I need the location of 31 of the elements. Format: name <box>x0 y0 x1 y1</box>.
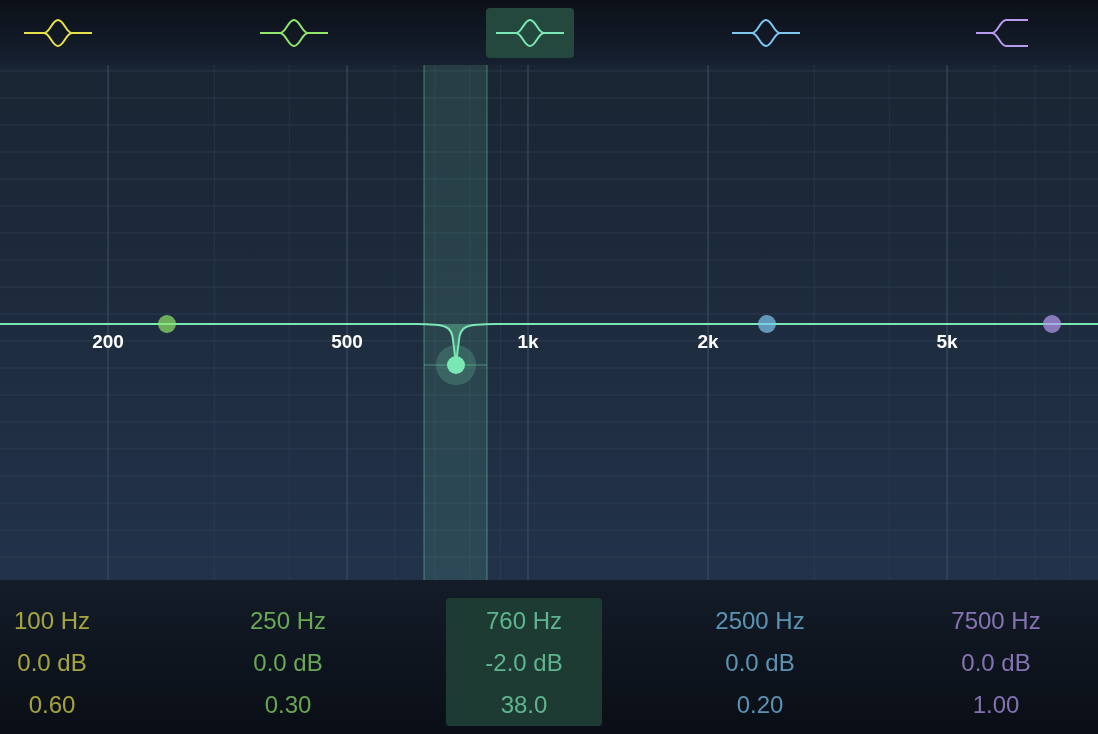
q-value: 0.60 <box>28 689 76 719</box>
frequency-value: 7500 Hz <box>951 605 1041 635</box>
band-parameters-panel[interactable]: 7500 Hz 0.0 dB 1.00 <box>918 598 1074 726</box>
gain-value: -2.0 dB <box>485 647 563 677</box>
gain-value: 0.0 dB <box>253 647 323 677</box>
frequency-label: 1k <box>517 331 539 352</box>
band-handle[interactable] <box>758 315 776 333</box>
frequency-value: 2500 Hz <box>715 605 805 635</box>
frequency-value: 250 Hz <box>249 605 326 635</box>
band-parameters-panel[interactable]: 100 Hz 0.0 dB 0.60 <box>0 598 130 726</box>
q-value: 1.00 <box>972 689 1020 719</box>
band-parameters-panel[interactable]: 2500 Hz 0.0 dB 0.20 <box>682 598 838 726</box>
q-value: 0.20 <box>736 689 784 719</box>
gain-value: 0.0 dB <box>725 647 795 677</box>
band-parameters-panel[interactable]: 760 Hz -2.0 dB 38.0 <box>446 598 602 726</box>
eq-graph[interactable]: 200 500 1k 2k 5k <box>0 65 1098 580</box>
frequency-value: 100 Hz <box>13 605 90 635</box>
band-parameters-panel[interactable]: 250 Hz 0.0 dB 0.30 <box>210 598 366 726</box>
gain-value: 0.0 dB <box>17 647 87 677</box>
band-handle[interactable] <box>1043 315 1061 333</box>
frequency-value: 760 Hz <box>485 605 562 635</box>
q-value: 38.0 <box>500 689 548 719</box>
frequency-label: 2k <box>697 331 719 352</box>
band-handle[interactable] <box>436 345 476 385</box>
frequency-label: 200 <box>92 331 124 352</box>
frequency-label: 5k <box>936 331 958 352</box>
gain-value: 0.0 dB <box>961 647 1031 677</box>
band-handle[interactable] <box>158 315 176 333</box>
q-value: 0.30 <box>264 689 312 719</box>
frequency-label: 500 <box>331 331 363 352</box>
band-selector-button[interactable] <box>486 8 574 58</box>
